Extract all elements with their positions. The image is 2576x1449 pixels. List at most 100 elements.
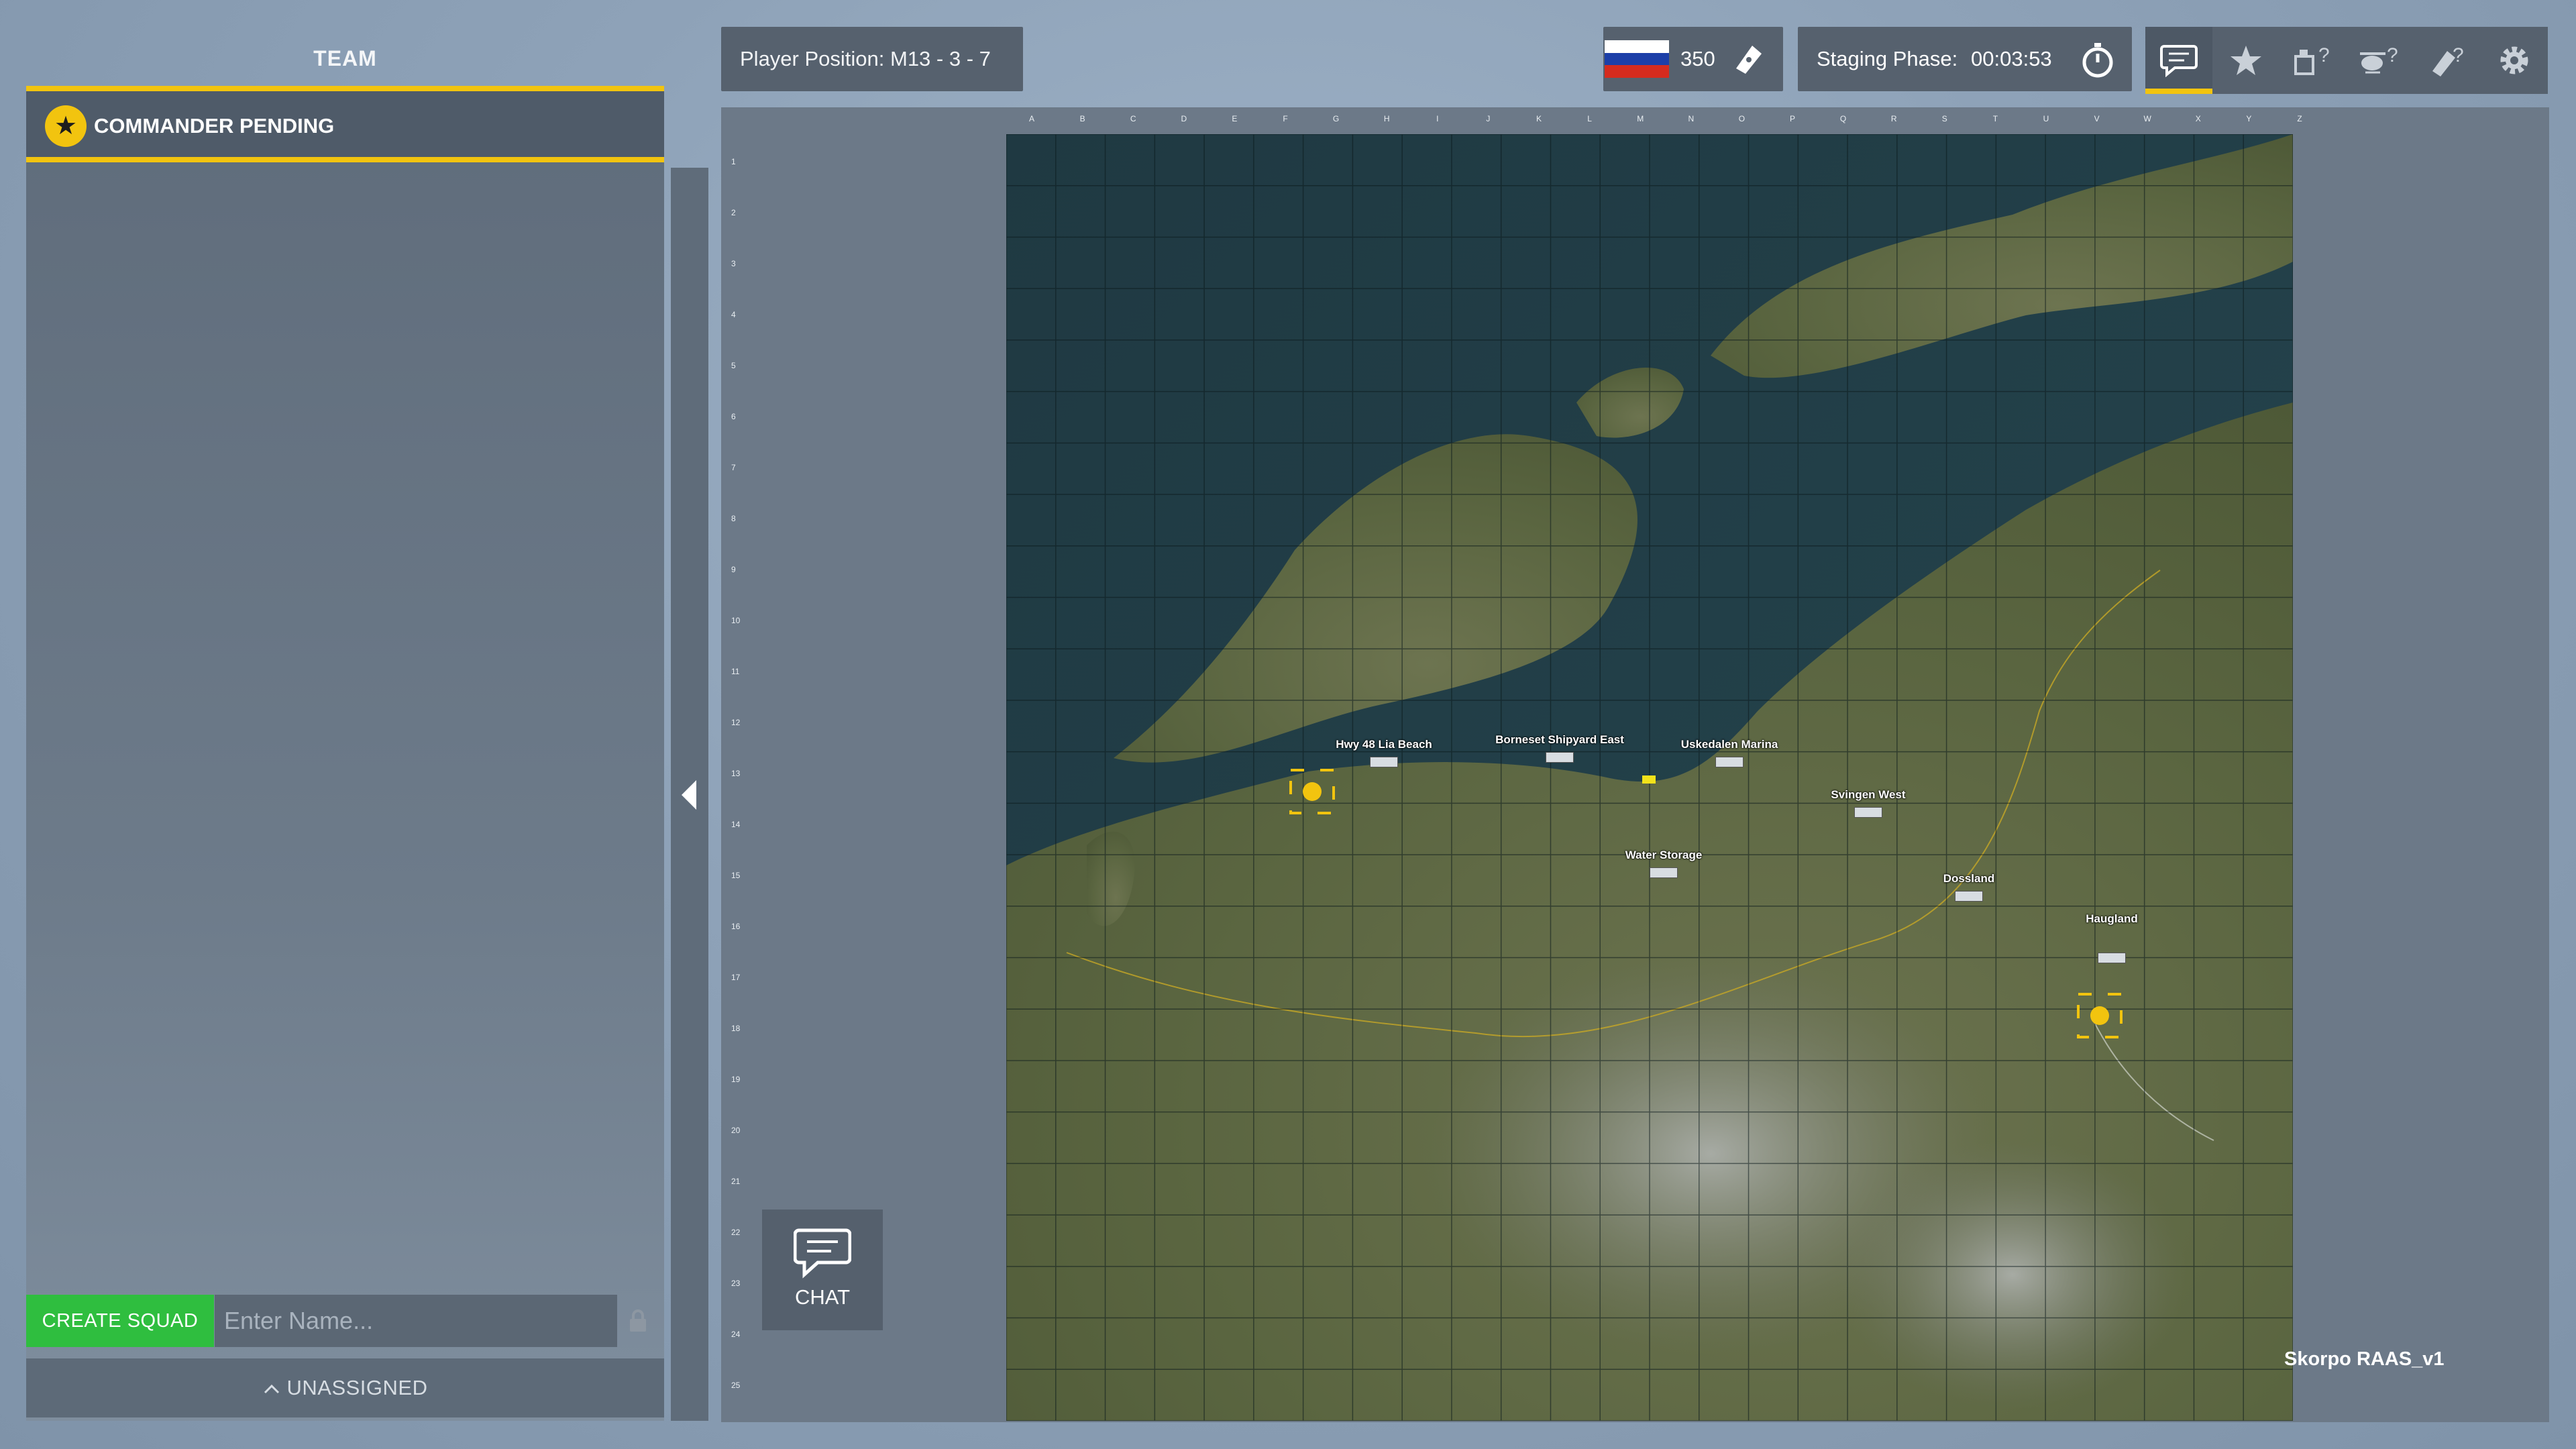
collapse-arrow-icon[interactable] [682,780,696,810]
map-row-label: 1 [731,157,736,166]
map-column-label: T [1992,114,1998,123]
ticket-icon [1736,46,1762,74]
map-column-label: A [1028,114,1035,123]
map-row-label: 12 [731,718,741,727]
map-row-label: 8 [731,514,736,523]
map-row-label: 22 [731,1228,741,1237]
map-column-label: M [1637,114,1644,123]
settings-button[interactable] [2481,27,2548,94]
svg-text:?: ? [2387,44,2398,66]
location-label: Borneset Shipyard East [1495,733,1624,746]
vehicle-help-button[interactable]: ? [2279,27,2347,94]
map-column-label: Q [1839,114,1847,123]
map-column-label: O [1738,114,1746,123]
commander-star-icon: ★ [45,105,87,147]
vehicle-help-icon: ? [2294,44,2330,75]
map-row-label: 17 [731,973,741,982]
map-column-label: I [1436,114,1439,123]
team-title: TEAM [313,46,377,70]
unassigned-label: UNASSIGNED [286,1376,428,1399]
map-row-label: 14 [731,820,741,829]
favorites-button[interactable] [2212,27,2279,94]
location-marker[interactable] [1854,807,1882,818]
map-column-label: U [2043,114,2049,123]
map-column-label: D [1181,114,1187,123]
map-column-label: V [2094,114,2100,123]
player-position-box: Player Position: M13 - 3 - 7 [721,27,1023,91]
helicopter-help-button[interactable]: ? [2347,27,2414,94]
map-column-label: H [1383,114,1390,123]
location-marker[interactable] [1370,757,1398,767]
map-column-label: W [2143,114,2151,123]
map-name: Skorpo RAAS_v1 [2284,1348,2445,1370]
map-row-label: 24 [731,1330,741,1339]
map-column-label: G [1332,114,1340,123]
ticket-count: 350 [1680,47,1715,70]
location-label: Haugland [2086,912,2138,925]
map-column-label: L [1587,114,1592,123]
lock-icon[interactable] [628,1309,648,1332]
map-row-label: 7 [731,463,736,472]
create-squad-button[interactable]: CREATE SQUAD [26,1295,214,1347]
map-column-label: E [1232,114,1238,123]
chevron-up-icon [263,1358,280,1417]
map-column-label: R [1890,114,1897,123]
deploy-help-button[interactable]: ? [2414,27,2481,94]
player-position-text: Player Position: M13 - 3 - 7 [740,47,991,70]
staging-phase-timer: 00:03:53 [1971,47,2052,70]
location-marker[interactable] [1715,757,1743,767]
location-label: Hwy 48 Lia Beach [1336,738,1432,751]
map-row-label: 25 [731,1381,741,1390]
map-column-label: K [1536,114,1542,123]
map-row-label: 10 [731,616,741,625]
chat-toggle-button[interactable] [2145,27,2212,94]
map-row-label: 20 [731,1126,741,1135]
commander-label: COMMANDER PENDING [94,114,335,138]
map-row-label: 4 [731,310,736,319]
chat-bubble-icon [2160,45,2198,77]
map-row-label: 5 [731,361,736,370]
map-column-label: F [1283,114,1288,123]
map-row-label: 13 [731,769,741,778]
map-column-label: Z [2297,114,2302,123]
map-row-label: 6 [731,412,736,421]
squad-name-input[interactable] [215,1295,617,1347]
map-column-label: N [1688,114,1695,123]
deploy-help-icon: ? [2432,44,2464,76]
map-row-label: 15 [731,871,741,880]
map-row-label: 16 [731,922,741,931]
svg-text:?: ? [2318,44,2330,66]
gear-icon [2500,46,2528,74]
map-row-label: 18 [731,1024,741,1033]
chat-label: CHAT [794,1285,851,1309]
helicopter-help-icon: ? [2360,44,2398,74]
rocky-highlands-east [1838,1140,2187,1409]
vehicle-marker[interactable] [1642,775,1656,784]
map-row-label: 23 [731,1279,741,1288]
russia-flag-icon [1605,40,1669,78]
map-row-label: 2 [731,208,736,217]
location-label: Svingen West [1831,788,1906,801]
tactical-map[interactable] [1006,134,2293,1421]
map-row-label: 11 [731,667,740,676]
map-row-label: 9 [731,565,736,574]
map-column-label: P [1789,114,1796,123]
map-row-label: 19 [731,1075,741,1084]
location-marker[interactable] [1546,752,1574,763]
map-column-label: C [1130,114,1136,123]
svg-text:?: ? [2453,44,2464,66]
map-column-label: S [1941,114,1947,123]
location-marker[interactable] [2098,953,2126,963]
location-label: Uskedalen Marina [1680,738,1778,751]
location-label: Water Storage [1625,849,1703,861]
unassigned-toggle[interactable]: UNASSIGNED [26,1358,664,1417]
location-marker[interactable] [1955,891,1983,902]
map-row-label: 21 [731,1177,741,1186]
staging-phase-label: Staging Phase: [1817,47,1958,70]
location-marker[interactable] [1650,867,1678,878]
map-row-label: 3 [731,259,736,268]
map-column-label: J [1486,114,1491,123]
stopwatch-icon [2082,43,2113,78]
location-label: Dossland [1943,872,1995,885]
map-column-label: Y [2246,114,2252,123]
